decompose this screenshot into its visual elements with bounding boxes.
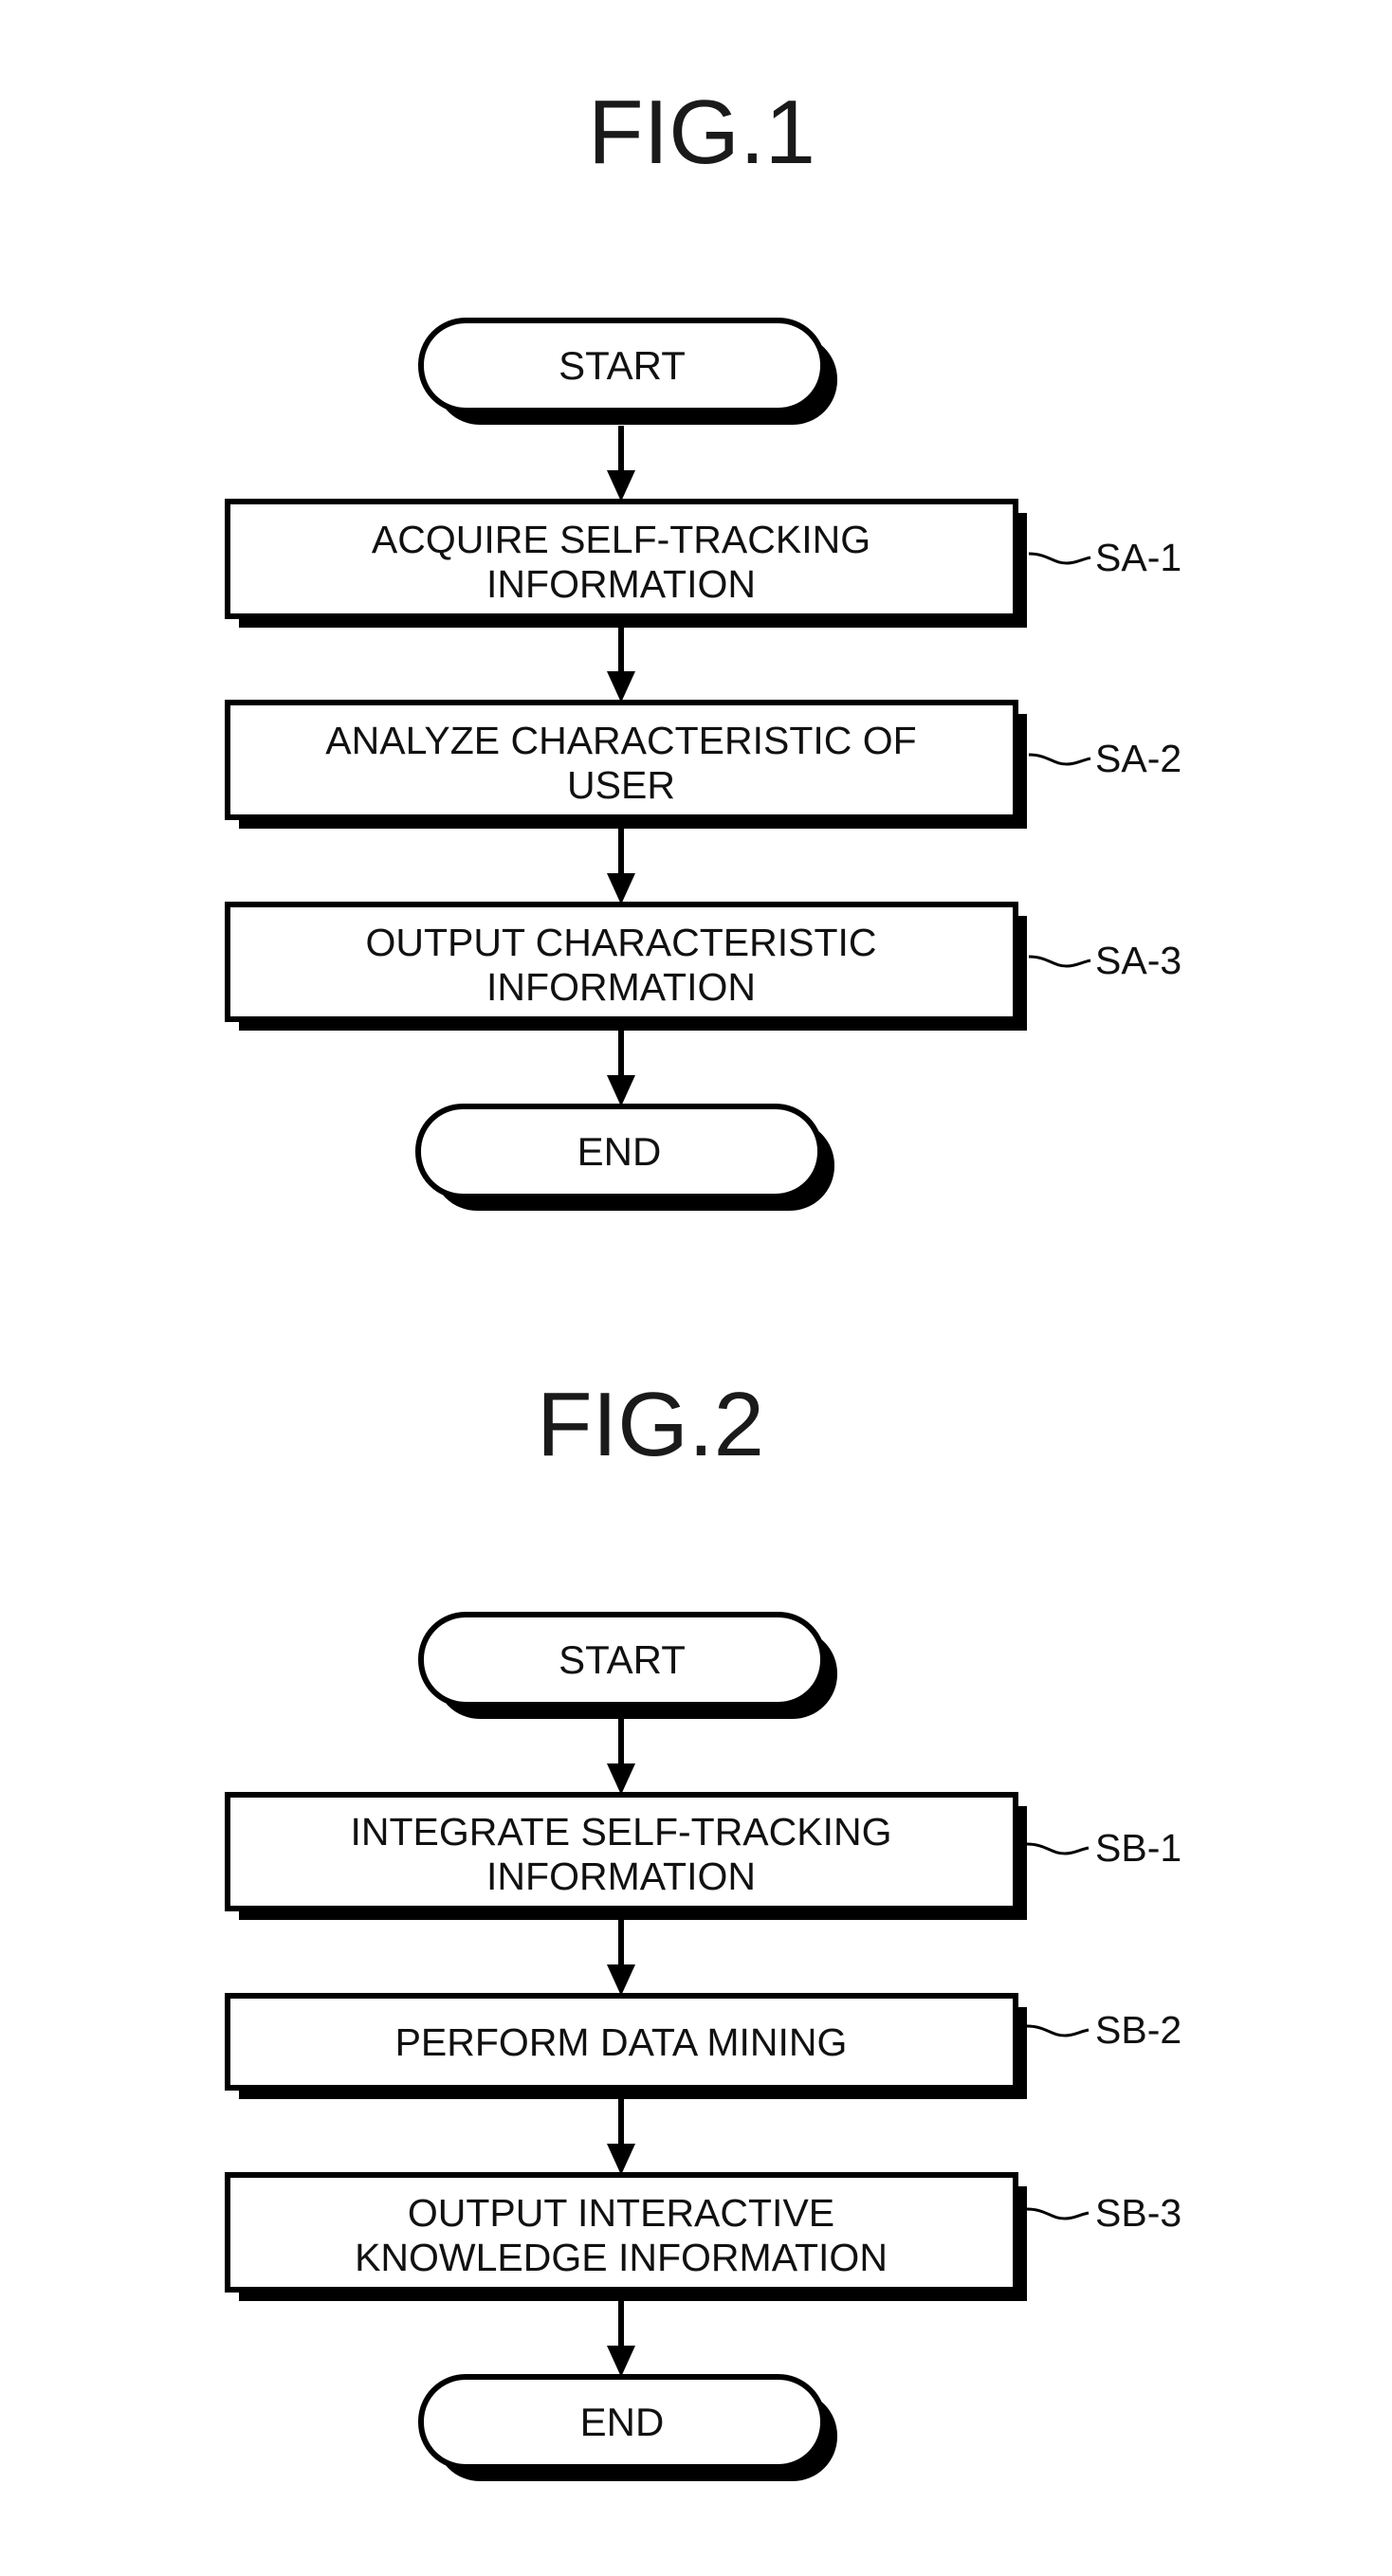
reference-label: SB-3 [1095, 2191, 1181, 2235]
end-terminal: END [415, 1104, 834, 1211]
step-text-line-1: ACQUIRE SELF-TRACKING [372, 518, 870, 561]
reference-leader-line [1026, 2024, 1090, 2037]
flow-arrow [607, 2099, 635, 2175]
process-step-sa-3: OUTPUT CHARACTERISTIC INFORMATION SA-3 [225, 902, 1181, 1031]
reference-label: SA-2 [1095, 737, 1181, 780]
process-step-sa-2: ANALYZE CHARACTERISTIC OF USER SA-2 [225, 700, 1181, 829]
flow-arrow [607, 1920, 635, 1996]
end-terminal: END [418, 2374, 837, 2481]
start-terminal: START [418, 318, 837, 425]
process-step-sa-1: ACQUIRE SELF-TRACKING INFORMATION SA-1 [225, 499, 1181, 628]
step-text-line-2: INFORMATION [486, 562, 756, 606]
reference-leader-line [1028, 552, 1091, 565]
reference-label: SB-1 [1095, 1826, 1181, 1870]
step-text-line-2: INFORMATION [486, 965, 756, 1009]
process-step-sb-3: OUTPUT INTERACTIVE KNOWLEDGE INFORMATION… [225, 2172, 1181, 2301]
step-text-line-1: INTEGRATE SELF-TRACKING [350, 1810, 891, 1854]
flow-arrow [607, 2301, 635, 2377]
flow-arrow [607, 628, 635, 703]
flow-arrow [607, 1719, 635, 1795]
reference-leader-line [1028, 955, 1091, 968]
step-text-line-1: PERFORM DATA MINING [395, 2020, 848, 2064]
flowchart-canvas: FIG.1 START ACQUIRE SELF-TRACKING INFORM… [225, 82, 1181, 2481]
reference-label: SB-2 [1095, 2008, 1181, 2052]
step-text-line-2: INFORMATION [486, 1854, 756, 1898]
figure-2: FIG.2 START INTEGRATE SELF-TRACKING INFO… [225, 1374, 1181, 2481]
reference-leader-line [1026, 1842, 1090, 1855]
end-label: END [577, 1129, 662, 1174]
start-terminal: START [418, 1612, 837, 1719]
step-text-line-1: OUTPUT INTERACTIVE [408, 2191, 834, 2235]
process-step-sb-2: PERFORM DATA MINING SB-2 [225, 1993, 1181, 2099]
reference-leader-line [1026, 2207, 1090, 2220]
process-step-sb-1: INTEGRATE SELF-TRACKING INFORMATION SB-1 [225, 1792, 1181, 1920]
figure-1: FIG.1 START ACQUIRE SELF-TRACKING INFORM… [225, 82, 1181, 1211]
flow-arrow [607, 829, 635, 904]
end-label: END [580, 2400, 665, 2444]
step-text-line-2: USER [567, 763, 675, 807]
figure-2-title: FIG.2 [537, 1374, 764, 1475]
reference-leader-line [1028, 753, 1091, 766]
start-label: START [559, 1637, 686, 1682]
flow-arrow [607, 426, 635, 502]
step-text-line-1: OUTPUT CHARACTERISTIC [365, 921, 876, 964]
step-text-line-2: KNOWLEDGE INFORMATION [355, 2236, 888, 2279]
figure-1-title: FIG.1 [588, 82, 815, 183]
step-text-line-1: ANALYZE CHARACTERISTIC OF [325, 719, 916, 762]
start-label: START [559, 343, 686, 388]
reference-label: SA-3 [1095, 939, 1181, 982]
reference-label: SA-1 [1095, 536, 1181, 579]
flow-arrow [607, 1031, 635, 1106]
